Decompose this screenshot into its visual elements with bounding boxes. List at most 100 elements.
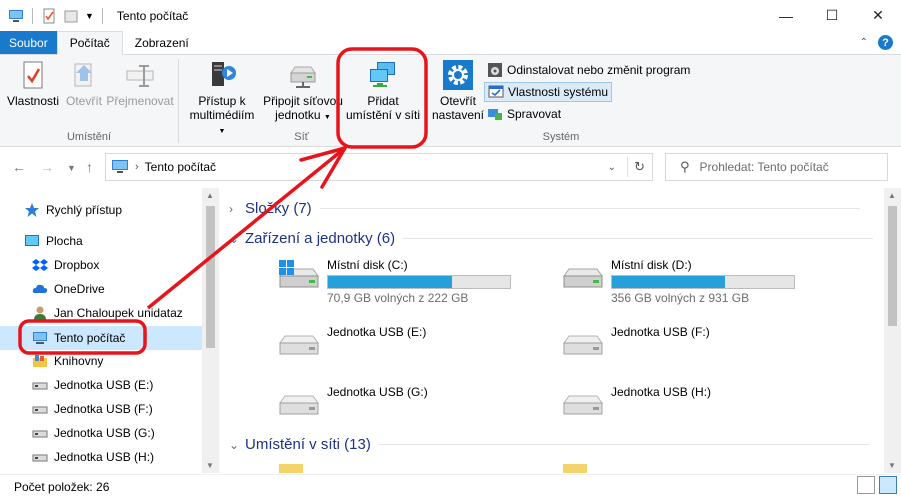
usb-drive-icon	[563, 395, 603, 415]
breadcrumb-chevron-icon[interactable]: ›	[135, 161, 139, 173]
nav-item-user[interactable]: Jan Chaloupek unidataz	[0, 301, 202, 325]
chevron-down-icon[interactable]: ⌄	[608, 162, 616, 173]
maximize-button[interactable]: ☐	[809, 0, 855, 31]
media-server-icon	[212, 62, 236, 86]
separator	[101, 7, 103, 24]
scroll-down-icon[interactable]: ▼	[206, 461, 214, 470]
help-icon[interactable]: ?	[878, 35, 893, 50]
uninstall-icon	[488, 63, 502, 77]
properties-button[interactable]: Vlastnosti	[6, 59, 60, 108]
chevron-down-icon[interactable]: ▼	[67, 163, 76, 173]
ribbon: Vlastnosti Otevřít Přejmenovat Umístění …	[0, 55, 901, 147]
ribbon-group-system: Otevřít nastavení Odinstalovat nebo změn…	[426, 55, 696, 147]
back-icon[interactable]: ←	[12, 159, 26, 175]
search-icon: ⚲	[680, 159, 690, 174]
view-switcher	[857, 476, 897, 494]
add-network-location-button[interactable]: Přidat umístění v síti	[343, 59, 423, 122]
drive-usb-g[interactable]: Jednotka USB (G:)	[277, 385, 428, 419]
rename-button[interactable]: Přejmenovat	[106, 59, 174, 108]
usb-drive-icon	[279, 335, 319, 355]
drive-usb-f[interactable]: Jednotka USB (F:)	[561, 325, 710, 359]
divider	[403, 238, 874, 239]
divider	[319, 208, 860, 209]
library-icon	[33, 355, 47, 367]
nav-scrollbar[interactable]: ▲ ▼	[202, 188, 219, 473]
nav-item-libraries[interactable]: Knihovny	[0, 349, 202, 373]
section-header-network[interactable]: ⌄ Umístění v síti (13)	[229, 436, 869, 453]
section-header-devices[interactable]: ⌄ Zařízení a jednotky (6)	[229, 230, 874, 247]
scroll-down-icon[interactable]: ▼	[888, 461, 896, 470]
nav-item-usb-e[interactable]: Jednotka USB (E:)	[0, 373, 202, 397]
drive-c-usage-bar	[327, 275, 511, 289]
drive-d[interactable]: Místní disk (D:) 356 GB volných z 931 GB	[561, 258, 795, 305]
media-access-button[interactable]: Přístup k multimédiím ▼	[185, 59, 259, 139]
nav-item-usb-h[interactable]: Jednotka USB (H:)	[0, 445, 202, 469]
nav-item-onedrive[interactable]: OneDrive	[0, 277, 202, 301]
nav-item-dropbox[interactable]: Dropbox	[0, 253, 202, 277]
tab-computer[interactable]: Počítač	[56, 31, 123, 55]
nav-item-usb-g[interactable]: Jednotka USB (G:)	[0, 421, 202, 445]
nav-item-this-pc[interactable]: Tento počítač	[0, 326, 202, 350]
tab-file[interactable]: Soubor	[0, 31, 57, 54]
open-button[interactable]: Otevřít	[63, 59, 105, 108]
nav-scroll-thumb[interactable]	[206, 206, 215, 348]
usb-drive-icon	[32, 430, 48, 438]
usage-fill	[612, 276, 725, 288]
separator	[32, 7, 33, 24]
search-placeholder: Prohledat: Tento počítač	[699, 160, 829, 174]
usage-fill	[328, 276, 452, 288]
address-bar[interactable]: › Tento počítač ⌄ ↻	[105, 153, 653, 181]
nav-item-usb-f[interactable]: Jednotka USB (F:)	[0, 397, 202, 421]
title-bar: ▼ Tento počítač — ☐ ✕	[0, 0, 901, 31]
manage-button[interactable]: Spravovat	[484, 104, 564, 124]
window-title: Tento počítač	[116, 8, 189, 23]
chevron-down-icon[interactable]: ▼	[85, 11, 94, 21]
content-scrollbar[interactable]: ▲ ▼	[884, 188, 901, 473]
system-properties-button[interactable]: Vlastnosti systému	[484, 82, 613, 102]
open-icon	[74, 63, 92, 87]
minimize-button[interactable]: —	[763, 0, 809, 31]
refresh-icon[interactable]: ↻	[634, 159, 645, 175]
nav-item-quick-access[interactable]: Rychlý přístup	[0, 198, 202, 222]
tab-view[interactable]: Zobrazení	[123, 31, 201, 54]
usb-drive-icon	[32, 382, 48, 390]
group-label: Systém	[542, 131, 580, 143]
user-icon	[34, 306, 46, 320]
open-settings-button[interactable]: Otevřít nastavení	[430, 59, 486, 122]
map-network-drive-button[interactable]: Připojit síťovou jednotku ▼	[259, 59, 347, 125]
ribbon-group-location: Vlastnosti Otevřít Přejmenovat Umístění	[0, 55, 178, 147]
search-input[interactable]: ⚲ Prohledat: Tento počítač	[665, 153, 888, 181]
content-pane: › Složky (7) ⌄ Zařízení a jednotky (6) M…	[219, 188, 884, 473]
uninstall-program-button[interactable]: Odinstalovat nebo změnit program	[484, 60, 693, 80]
scroll-up-icon[interactable]: ▲	[206, 191, 214, 200]
section-header-folders[interactable]: › Složky (7)	[229, 200, 860, 217]
gear-icon	[443, 60, 473, 90]
drive-c[interactable]: Místní disk (C:) 70,9 GB volných z 222 G…	[277, 258, 511, 305]
content-scroll-thumb[interactable]	[888, 206, 897, 326]
chevron-down-icon: ▼	[323, 114, 331, 121]
forward-icon[interactable]: →	[40, 159, 54, 175]
close-button[interactable]: ✕	[855, 0, 901, 31]
nav-item-desktop[interactable]: Plocha	[0, 229, 202, 253]
cloud-icon	[32, 284, 48, 293]
up-icon[interactable]: ↑	[86, 159, 93, 175]
navigation-pane: Rychlý přístup Plocha Dropbox OneDrive J…	[0, 188, 219, 473]
properties-icon[interactable]	[41, 8, 57, 24]
properties-icon	[23, 61, 43, 89]
status-bar: Počet položek: 26	[0, 474, 901, 498]
drive-usb-h[interactable]: Jednotka USB (H:)	[561, 385, 711, 419]
scroll-up-icon[interactable]: ▲	[888, 191, 896, 200]
chevron-right-icon: ›	[229, 201, 233, 216]
hard-drive-icon	[563, 268, 603, 288]
drive-usb-e[interactable]: Jednotka USB (E:)	[277, 325, 426, 359]
chevron-up-icon[interactable]: ⌃	[860, 37, 868, 48]
details-view-button[interactable]	[857, 476, 875, 494]
new-folder-icon[interactable]	[63, 8, 79, 24]
tiles-view-button[interactable]	[879, 476, 897, 494]
system-drive-icon	[279, 260, 319, 288]
manage-icon	[488, 109, 502, 120]
rename-icon	[126, 65, 154, 87]
breadcrumb[interactable]: Tento počítač	[145, 160, 216, 174]
network-drive-icon	[290, 66, 316, 88]
drive-d-usage-bar	[611, 275, 795, 289]
